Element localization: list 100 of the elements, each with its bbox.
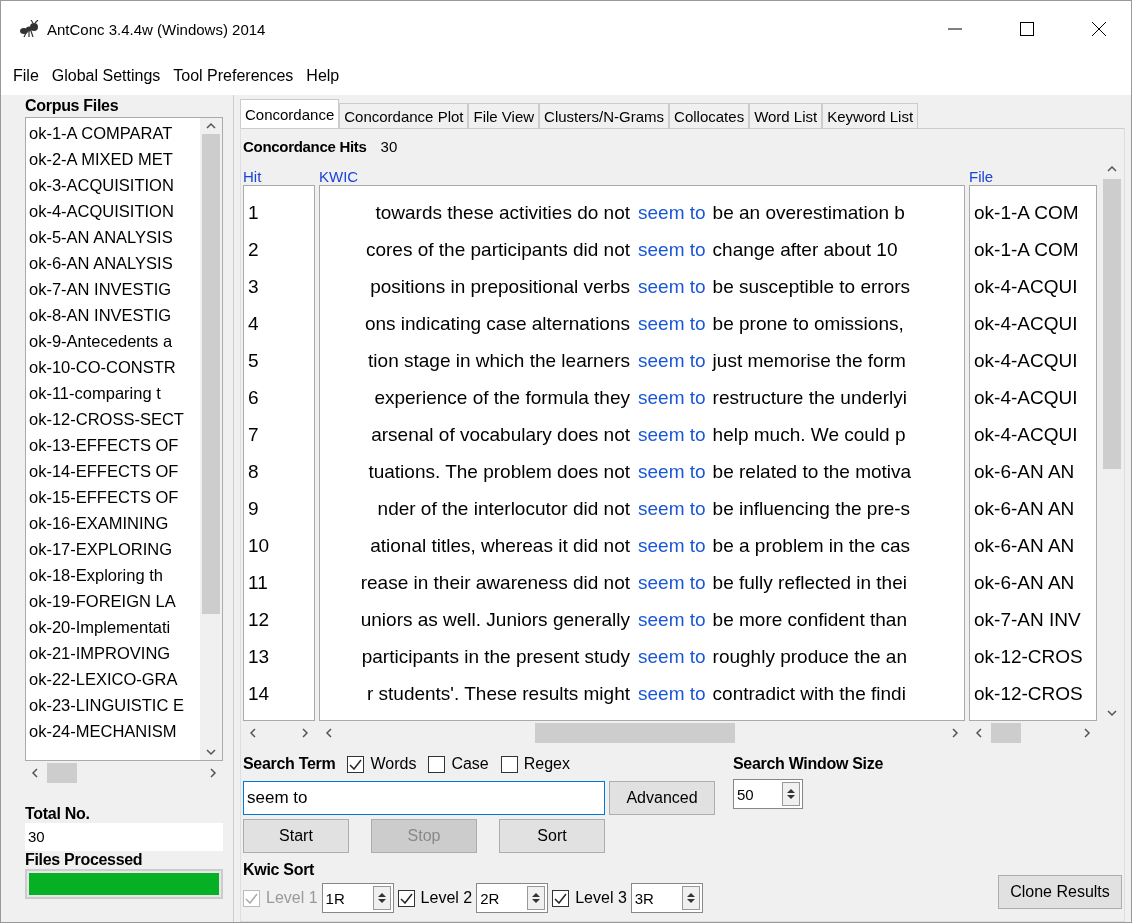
scroll-left-icon[interactable]: [973, 727, 985, 739]
checkbox[interactable]: [552, 889, 570, 907]
corpus-file-item[interactable]: ok-6-AN ANALYSIS: [26, 250, 200, 276]
scrollbar-thumb[interactable]: [202, 134, 220, 614]
scroll-right-icon[interactable]: [1081, 727, 1093, 739]
search-option-checkbox[interactable]: Case: [428, 755, 489, 773]
corpus-file-item[interactable]: ok-3-ACQUISITION: [26, 172, 200, 198]
tab[interactable]: Keyword List: [822, 103, 919, 128]
tab[interactable]: Collocates: [669, 103, 750, 128]
file-name: ok-4-ACQUI: [973, 386, 1079, 410]
left-context: ons indicating case alternations: [363, 312, 631, 335]
tab[interactable]: File View: [468, 103, 540, 128]
corpus-file-item[interactable]: ok-21-IMPROVING: [26, 640, 200, 666]
tab[interactable]: Word List: [749, 103, 823, 128]
corpus-file-item[interactable]: ok-24-MECHANISM: [26, 718, 200, 744]
column-header[interactable]: KWIC: [319, 168, 969, 185]
corpus-file-item[interactable]: ok-10-CO-CONSTR: [26, 354, 200, 380]
close-icon: [1092, 22, 1106, 36]
clone-results-button[interactable]: Clone Results: [998, 875, 1122, 909]
scroll-right-icon[interactable]: [299, 727, 311, 739]
menu-item[interactable]: Tool Preferences: [173, 67, 294, 85]
column-header[interactable]: Hit: [243, 168, 319, 185]
check-icon: [245, 892, 258, 904]
checkbox[interactable]: [397, 889, 415, 907]
checkbox[interactable]: [347, 755, 365, 773]
spin-buttons[interactable]: [372, 886, 391, 910]
action-button[interactable]: Start: [243, 819, 349, 853]
corpus-file-item[interactable]: ok-5-AN ANALYSIS: [26, 224, 200, 250]
tab[interactable]: Concordance: [240, 99, 340, 128]
spin-buttons[interactable]: [681, 886, 700, 910]
corpus-file-list[interactable]: [25, 117, 223, 761]
left-context: nder of the interlocutor did not: [376, 497, 631, 520]
check-icon: [399, 892, 413, 904]
menu-item[interactable]: Help: [306, 67, 340, 85]
right-context: just memorise the form: [711, 349, 906, 372]
corpus-file-item[interactable]: ok-22-LEXICO-GRA: [26, 666, 200, 692]
scroll-left-icon[interactable]: [247, 727, 259, 739]
checkbox[interactable]: [500, 755, 518, 773]
search-term-label: Search Term: [243, 755, 336, 773]
advanced-button[interactable]: Advanced: [609, 781, 715, 815]
right-context: help much. We could p: [711, 423, 906, 446]
file-name: ok-6-AN AN: [973, 571, 1076, 595]
corpus-file-item[interactable]: ok-2-A MIXED MET: [26, 146, 200, 172]
corpus-file-item[interactable]: ok-13-EFFECTS OF: [26, 432, 200, 458]
corpus-file-item[interactable]: ok-18-Exploring th: [26, 562, 200, 588]
spin-buttons[interactable]: [782, 782, 800, 806]
right-context: change after about 10: [711, 238, 898, 261]
sort-level-checkbox[interactable]: Level 3: [552, 889, 627, 907]
hit-number: 4: [247, 312, 260, 336]
sort-level-spinner[interactable]: 3R: [630, 883, 703, 913]
corpus-file-item[interactable]: ok-23-LINGUISTIC E: [26, 692, 200, 718]
search-term-field[interactable]: seem to: [243, 781, 605, 815]
checkbox[interactable]: [428, 755, 446, 773]
search-option-checkbox[interactable]: Words: [347, 755, 417, 773]
sort-level-spinner[interactable]: 2R: [476, 883, 549, 913]
column-header[interactable]: File: [969, 168, 1089, 185]
menu-item[interactable]: File: [13, 67, 39, 85]
left-context: tion stage in which the learners: [367, 349, 631, 372]
menu-item[interactable]: Global Settings: [51, 67, 161, 85]
right-context: be prone to omissions,: [711, 312, 904, 335]
spin-buttons[interactable]: [527, 886, 546, 910]
scroll-right-icon[interactable]: [207, 767, 219, 779]
corpus-file-item[interactable]: ok-15-EFFECTS OF: [26, 484, 200, 510]
action-button[interactable]: Sort: [499, 819, 605, 853]
corpus-file-item[interactable]: ok-16-EXAMINING: [26, 510, 200, 536]
corpus-file-item[interactable]: ok-8-AN INVESTIG: [26, 302, 200, 328]
corpus-file-item[interactable]: ok-9-Antecedents a: [26, 328, 200, 354]
scroll-down-icon[interactable]: [205, 746, 217, 758]
scroll-down-icon[interactable]: [1106, 707, 1118, 719]
window-size-spinner[interactable]: 50: [733, 779, 803, 809]
corpus-file-item[interactable]: ok-17-EXPLORING: [26, 536, 200, 562]
corpus-file-item[interactable]: ok-4-ACQUISITION: [26, 198, 200, 224]
scroll-left-icon[interactable]: [29, 767, 41, 779]
corpus-file-item[interactable]: ok-7-AN INVESTIG: [26, 276, 200, 302]
keyword: seem to: [638, 423, 706, 446]
corpus-file-item[interactable]: ok-1-A COMPARAT: [26, 120, 200, 146]
keyword: seem to: [638, 238, 706, 261]
tab[interactable]: Clusters/N-Grams: [539, 103, 670, 128]
corpus-file-item[interactable]: ok-14-EFFECTS OF: [26, 458, 200, 484]
scrollbar-thumb[interactable]: [47, 763, 77, 783]
left-context: r students'. These results might: [365, 682, 631, 705]
scroll-left-icon[interactable]: [323, 727, 335, 739]
sort-level-checkbox[interactable]: Level 2: [397, 889, 473, 907]
scroll-right-icon[interactable]: [949, 727, 961, 739]
corpus-file-item[interactable]: ok-12-CROSS-SECT: [26, 406, 200, 432]
tab[interactable]: Concordance Plot: [339, 103, 469, 128]
vertical-scrollbar[interactable]: [200, 118, 222, 760]
file-name: ok-6-AN AN: [973, 497, 1076, 521]
corpus-file-item[interactable]: ok-19-FOREIGN LA: [26, 588, 200, 614]
window-title: AntConc 3.4.4w (Windows) 2014: [47, 20, 267, 38]
scrollbar-thumb[interactable]: [535, 723, 735, 743]
corpus-file-item[interactable]: ok-20-Implementati: [26, 614, 200, 640]
corpus-file-item[interactable]: ok-11-comparing t: [26, 380, 200, 406]
hits-label: Concordance Hits: [243, 137, 367, 155]
search-option-checkbox[interactable]: Regex: [500, 755, 570, 773]
hit-number: 13: [247, 645, 271, 669]
hit-number: 10: [247, 534, 271, 558]
scrollbar-thumb[interactable]: [1103, 179, 1121, 469]
left-context: cores of the participants did not: [364, 238, 631, 261]
scrollbar-thumb[interactable]: [991, 723, 1021, 743]
